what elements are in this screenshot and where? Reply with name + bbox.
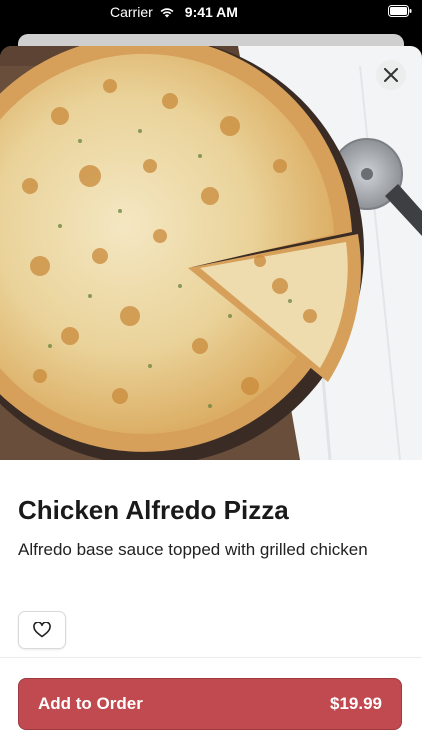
wifi-icon <box>160 8 174 18</box>
footer-divider <box>0 657 422 658</box>
clock-label: 9:41 AM <box>184 4 238 20</box>
status-bar: Carrier 9:41 AM <box>0 0 422 24</box>
item-description: Alfredo base sauce topped with grilled c… <box>18 540 368 559</box>
add-to-order-button[interactable]: Add to Order $19.99 <box>18 678 402 730</box>
heart-outline-icon <box>33 622 51 638</box>
battery-icon <box>388 5 412 17</box>
close-button[interactable] <box>376 60 406 90</box>
price-label: $19.99 <box>330 694 382 713</box>
pizza-photo <box>0 46 422 460</box>
close-icon <box>384 68 398 82</box>
item-title: Chicken Alfredo Pizza <box>18 495 289 525</box>
item-detail-sheet: Chicken Alfredo Pizza Alfredo base sauce… <box>0 46 422 750</box>
status-left: Carrier 9:41 AM <box>110 4 238 20</box>
favorite-button[interactable] <box>18 611 66 649</box>
add-to-order-label: Add to Order <box>38 694 143 713</box>
carrier-label: Carrier <box>110 4 153 20</box>
pizza-photo-graphic <box>0 46 422 460</box>
screen: Carrier 9:41 AM Chicken Alfredo Pizza Al… <box>0 0 422 750</box>
